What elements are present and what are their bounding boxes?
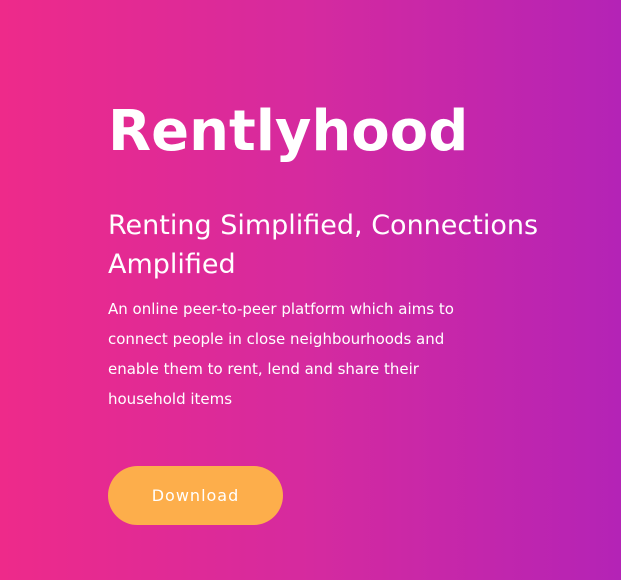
hero-section: Rentlyhood Renting Simplified, Connectio… <box>0 0 621 580</box>
brand-title: Rentlyhood <box>108 99 469 164</box>
hero-content: Rentlyhood Renting Simplified, Connectio… <box>108 94 588 414</box>
hero-tagline: Renting Simplified, Connections Amplifie… <box>108 210 539 280</box>
hero-description: An online peer-to-peer platform which ai… <box>108 300 454 408</box>
download-button[interactable]: Download <box>108 466 283 525</box>
